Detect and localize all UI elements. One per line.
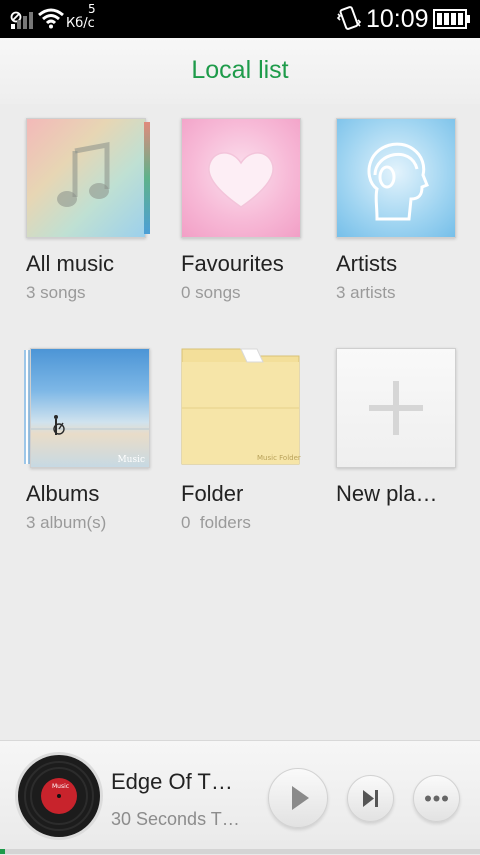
- album-disc[interactable]: [14, 751, 104, 841]
- vibrate-icon: [336, 6, 362, 30]
- page-title: Local list: [191, 56, 289, 84]
- tile-label: Artists: [336, 251, 398, 276]
- all-music-cover: [26, 118, 146, 238]
- tile-count: 3 songs: [26, 283, 86, 302]
- playback-progress[interactable]: [0, 849, 480, 854]
- tile-albums[interactable]: Music Albums 3 album(s): [24, 348, 166, 538]
- more-dots-icon: [425, 795, 448, 802]
- playback-progress-fill: [0, 849, 5, 854]
- new-playlist-cover: [336, 348, 456, 468]
- track-artist: 30 Seconds T…: [111, 809, 240, 829]
- tile-new-playlist[interactable]: New pla…: [336, 348, 476, 538]
- tile-count: 0 folders: [181, 513, 251, 532]
- play-button[interactable]: [268, 768, 328, 828]
- folder-cover-text: Music Folder: [257, 454, 301, 462]
- network-count: 5: [88, 2, 96, 16]
- folder-icon: [181, 348, 300, 465]
- now-playing-bar[interactable]: Music Edge Of T… 30 Seconds T…: [0, 740, 480, 855]
- disc-label: Music: [52, 783, 70, 790]
- tile-favourites[interactable]: Favourites 0 songs: [181, 118, 321, 308]
- tile-label: New pla…: [336, 481, 438, 506]
- tile-all-music[interactable]: All music 3 songs: [26, 118, 166, 308]
- battery-icon: [433, 9, 470, 29]
- network-speed: Кб/с: [66, 16, 95, 31]
- tile-count: 3 artists: [336, 283, 396, 302]
- favourites-cover: [181, 118, 301, 238]
- tile-label: Albums: [26, 481, 100, 506]
- signal-icon: [11, 12, 33, 29]
- plus-icon: [369, 381, 423, 435]
- clock: 10:09: [366, 5, 429, 33]
- tile-label: Favourites: [181, 251, 284, 276]
- tile-label: All music: [26, 251, 115, 276]
- wifi-icon: [38, 8, 64, 29]
- tile-label: Folder: [181, 481, 244, 506]
- play-icon: [292, 786, 309, 810]
- all-music-disc-edge: [144, 122, 150, 234]
- tile-artists[interactable]: Artists 3 artists: [336, 118, 476, 308]
- albums-cover: Music: [30, 348, 150, 468]
- tile-folder[interactable]: Music Folder Folder 0 folders: [181, 348, 321, 538]
- tile-count: 0 songs: [181, 283, 241, 302]
- heart-icon: [208, 152, 274, 208]
- skip-next-icon: [363, 790, 378, 807]
- tile-count: 3 album(s): [26, 513, 107, 532]
- beach-cyclist-image: [31, 415, 149, 435]
- header: Local list: [0, 38, 480, 104]
- more-button[interactable]: [413, 775, 460, 822]
- albums-cover-text: Music: [117, 455, 145, 465]
- track-title: Edge Of T…: [111, 769, 233, 794]
- music-note-icon: [57, 141, 110, 207]
- status-bar: 5 Кб/с 10:09: [0, 0, 480, 38]
- headphones-person-icon: [367, 142, 429, 221]
- artists-cover: [336, 118, 456, 238]
- next-button[interactable]: [347, 775, 394, 822]
